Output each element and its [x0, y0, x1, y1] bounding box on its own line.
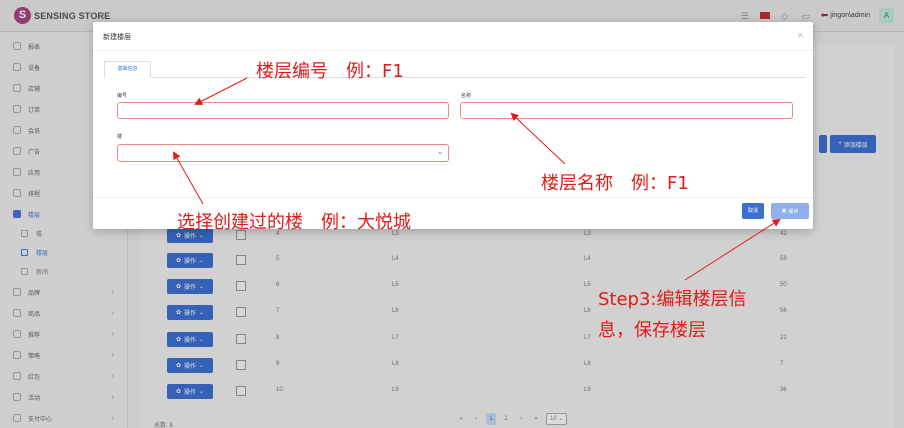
new-floor-dialog: 新建楼层 × 基础信息 编号 名称 楼 ⌄ 取消 ▣ 保存 [93, 22, 813, 229]
annotation-step3-line2: 息，保存楼层 [598, 320, 706, 341]
save-label: 保存 [788, 208, 799, 215]
building-select[interactable]: ⌄ [117, 144, 449, 162]
tab-basic-info[interactable]: 基础信息 [104, 61, 151, 78]
cancel-button[interactable]: 取消 [742, 203, 764, 219]
divider [93, 50, 813, 51]
code-label: 编号 [117, 93, 128, 99]
floor-code-input[interactable] [117, 102, 449, 119]
footer-divider [93, 197, 813, 198]
annotation-floor-code: 楼层编号 例：F1 [256, 61, 404, 82]
tab-divider [104, 77, 806, 78]
name-label: 名称 [461, 93, 472, 99]
annotation-floor-name: 楼层名称 例：F1 [541, 173, 689, 194]
building-label: 楼 [117, 134, 123, 140]
close-icon[interactable]: × [798, 30, 803, 40]
chevron-down-icon: ⌄ [437, 149, 443, 156]
annotation-step3-line1: Step3:编辑楼层信 [598, 289, 747, 310]
floor-name-input[interactable] [460, 102, 793, 119]
save-button[interactable]: ▣ 保存 [771, 203, 809, 219]
dialog-title: 新建楼层 [103, 34, 131, 41]
save-icon: ▣ [781, 208, 787, 214]
annotation-building: 选择创建过的楼 例：大悦城 [177, 212, 411, 233]
